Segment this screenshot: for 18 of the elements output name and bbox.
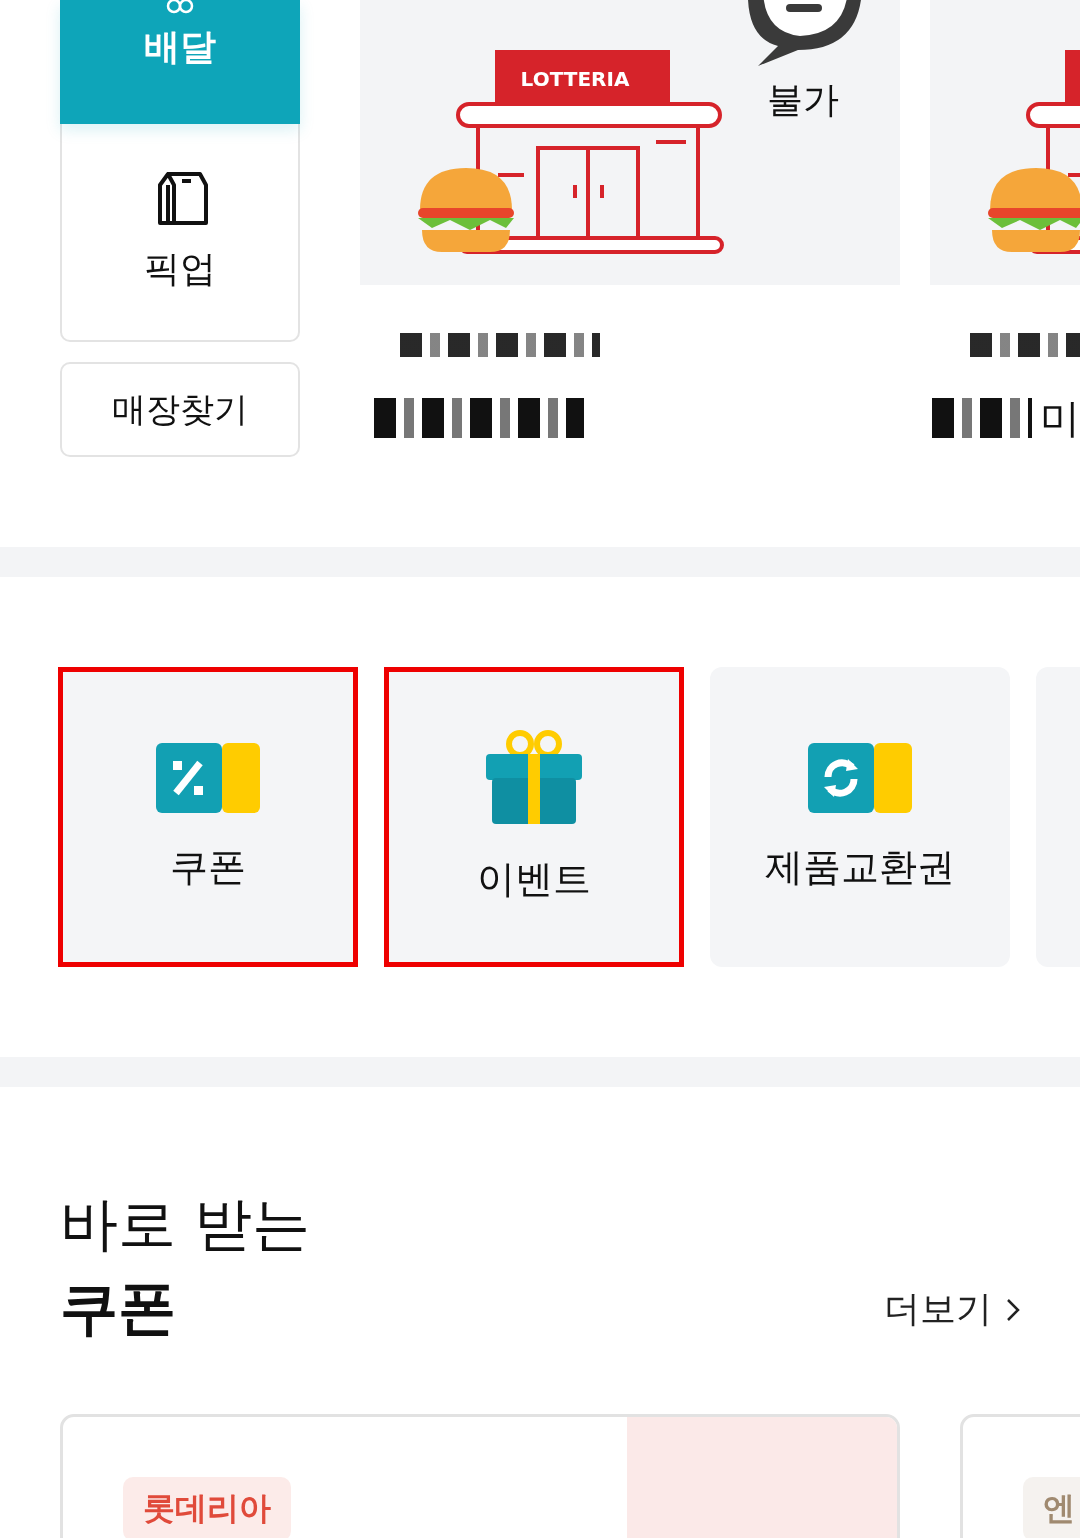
find-store-button[interactable]: 매장찾기 [60,362,300,457]
store-sign: LOTTERIA [520,67,630,91]
brand-badge: 엔 [1023,1477,1080,1538]
brand-badge: 롯데리아 [123,1477,291,1538]
section-title: 바로 받는 [60,1189,311,1260]
exchange-ticket-icon [808,741,912,814]
store-name: 미 [1040,393,1080,443]
coupon-icon [156,741,260,814]
store-image[interactable] [930,0,1080,285]
menu-tile[interactable]: 이벤트 [384,667,684,967]
chevron-right-icon [1006,1297,1020,1322]
more-link[interactable]: 더보기 [884,1285,1020,1334]
store-image[interactable]: LOTTERIA 불가 [360,0,900,285]
order-mode-tab[interactable]: 픽업 [60,124,300,342]
store-status: 불가 [767,78,839,122]
menu-tile[interactable]: 제품교환권 [710,667,1010,967]
section-title: 쿠폰 [60,1273,177,1344]
menu-tile[interactable]: 쿠폰 [58,667,358,967]
